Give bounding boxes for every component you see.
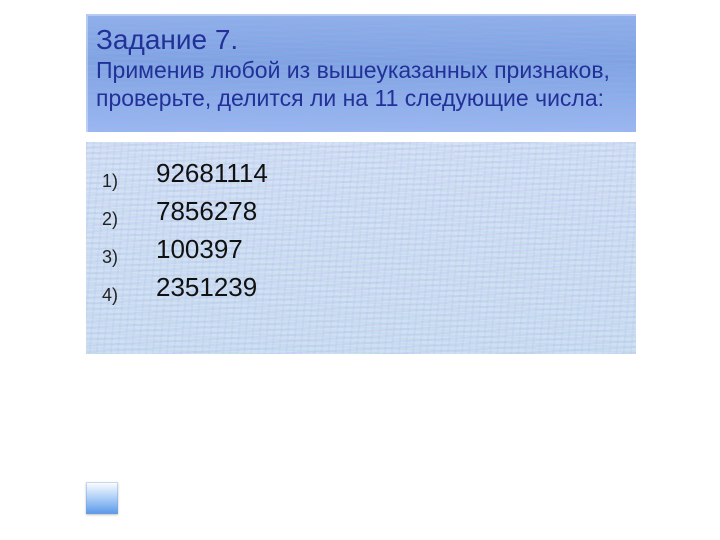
task-subtitle-line2: проверьте, делится ли на 11 следующие чи… xyxy=(96,84,630,112)
header-text: Задание 7. Применив любой из вышеуказанн… xyxy=(86,14,636,112)
slide: Задание 7. Применив любой из вышеуказанн… xyxy=(0,0,720,540)
list-item: 92681114 xyxy=(156,154,636,192)
list-item: 7856278 xyxy=(156,192,636,230)
list-value: 100397 xyxy=(156,234,243,264)
footer-decoration-icon xyxy=(86,482,118,514)
task-title: Задание 7. xyxy=(96,24,238,55)
list-value: 7856278 xyxy=(156,196,257,226)
number-list: 92681114 7856278 100397 2351239 xyxy=(86,142,636,306)
list-item: 2351239 xyxy=(156,268,636,306)
list-value: 92681114 xyxy=(156,158,268,188)
list-value: 2351239 xyxy=(156,272,257,302)
content-band: 92681114 7856278 100397 2351239 xyxy=(86,142,636,354)
task-subtitle-line1: Применив любой из вышеуказанных признако… xyxy=(96,56,630,84)
list-item: 100397 xyxy=(156,230,636,268)
header-band: Задание 7. Применив любой из вышеуказанн… xyxy=(86,14,636,132)
